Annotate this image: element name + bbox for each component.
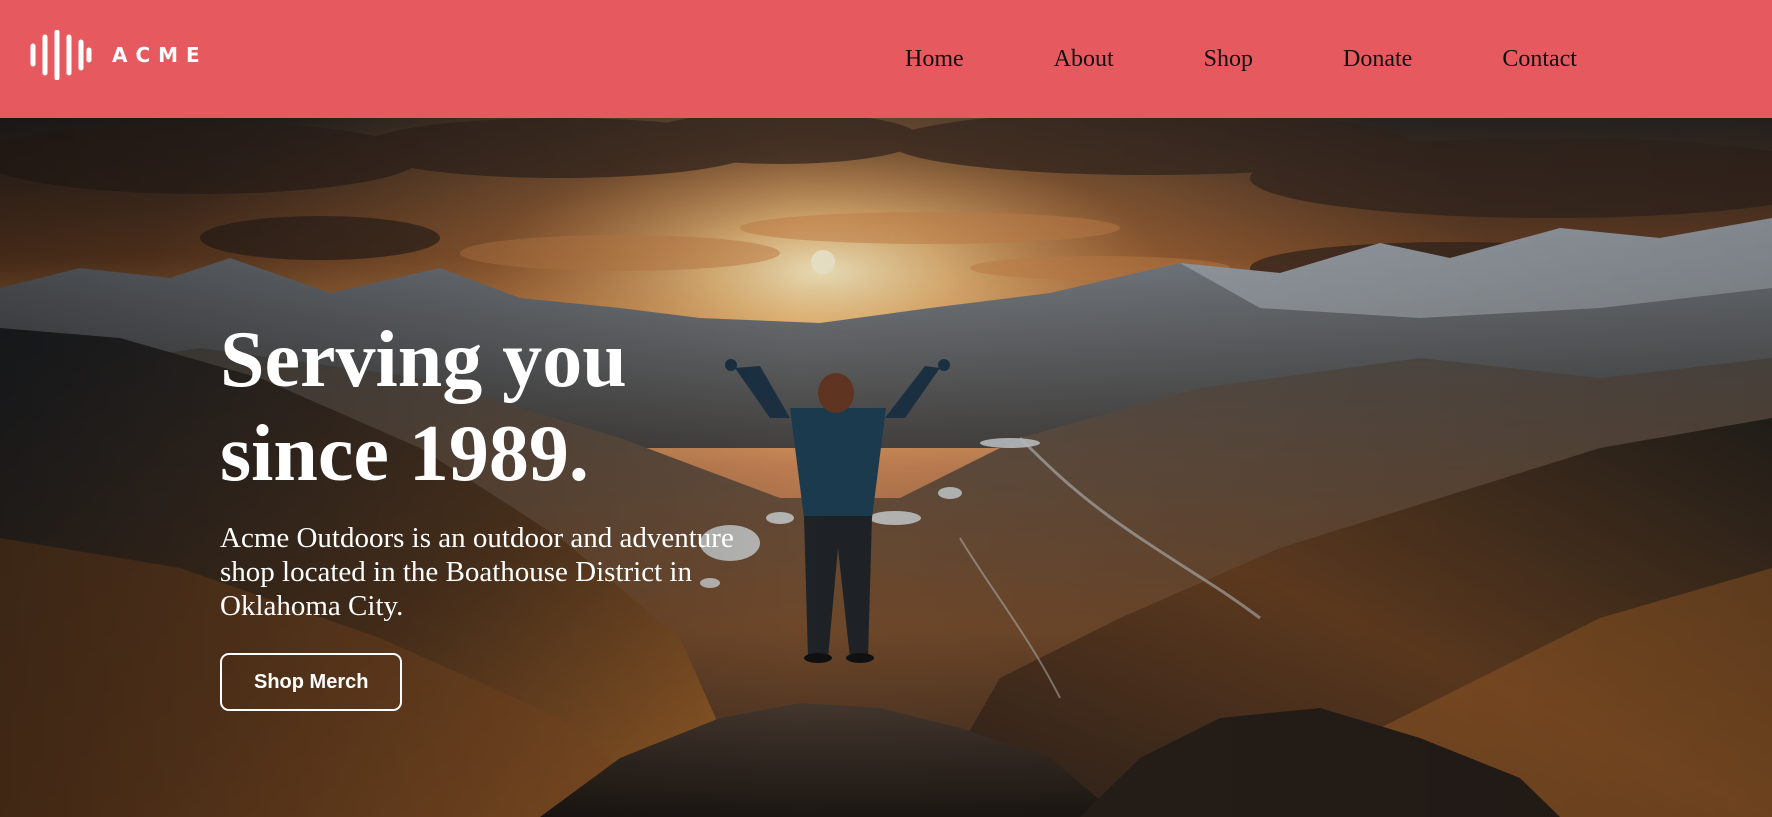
logo-wordmark: ACME bbox=[112, 43, 208, 67]
nav-contact-link[interactable]: Contact bbox=[1502, 46, 1577, 73]
logo[interactable]: ACME bbox=[30, 30, 208, 80]
main-nav: Home About Shop Donate Contact bbox=[905, 0, 1577, 118]
hero-description: Acme Outdoors is an outdoor and adventur… bbox=[220, 522, 734, 622]
hero-title: Serving you since 1989. bbox=[220, 316, 627, 498]
nav-donate-link[interactable]: Donate bbox=[1343, 46, 1412, 73]
nav-home-link[interactable]: Home bbox=[905, 46, 964, 73]
shop-merch-button[interactable]: Shop Merch bbox=[220, 653, 403, 711]
hero-section: Serving you since 1989. Acme Outdoors is… bbox=[0, 118, 1772, 817]
site-header: ACME Home About Shop Donate Contact bbox=[0, 0, 1772, 118]
hero-content: Serving you since 1989. Acme Outdoors is… bbox=[220, 313, 820, 711]
nav-about-link[interactable]: About bbox=[1054, 46, 1114, 73]
sound-wave-bars-icon bbox=[30, 30, 92, 80]
nav-shop-link[interactable]: Shop bbox=[1204, 46, 1253, 73]
